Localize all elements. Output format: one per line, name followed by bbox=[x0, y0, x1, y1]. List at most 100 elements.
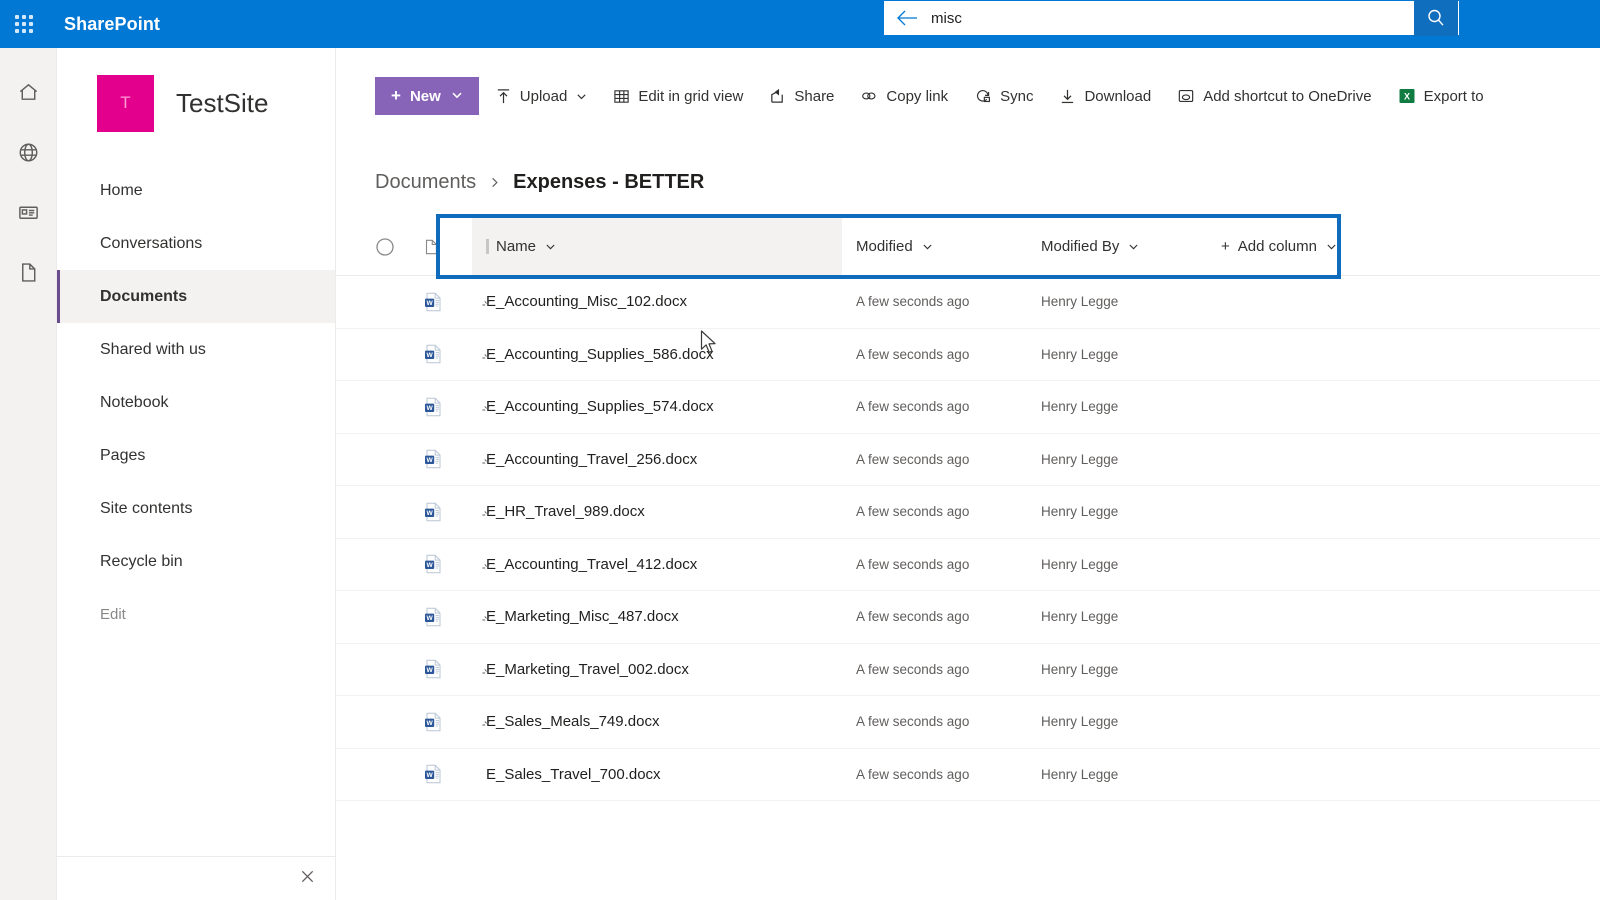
rail-item-news[interactable] bbox=[0, 182, 57, 242]
column-header-label: Modified By bbox=[1041, 238, 1120, 255]
select-all-checkbox[interactable] bbox=[375, 237, 422, 257]
modified-cell: A few seconds ago bbox=[856, 294, 970, 310]
table-row[interactable]: W E_Accounting_Travel_412.docx A few sec… bbox=[336, 539, 1600, 591]
file-name-cell[interactable]: E_Accounting_Supplies_574.docx bbox=[472, 398, 842, 415]
file-name-cell[interactable]: E_Accounting_Misc_102.docx bbox=[472, 293, 842, 310]
sidebar-item-recycle-bin[interactable]: Recycle bin bbox=[57, 535, 335, 588]
excel-icon: X bbox=[1398, 87, 1416, 105]
list-header-row: Name Modified Modified By + Add column bbox=[336, 217, 1600, 276]
rail-item-home[interactable] bbox=[0, 62, 57, 122]
table-row[interactable]: W E_Sales_Meals_749.docx A few seconds a… bbox=[336, 696, 1600, 749]
add-shortcut-to-onedrive-button[interactable]: Add shortcut to OneDrive bbox=[1167, 77, 1381, 115]
sidebar-item-label: Site contents bbox=[100, 499, 193, 517]
word-file-icon: W bbox=[422, 448, 472, 470]
column-resize-grip[interactable] bbox=[486, 239, 489, 254]
word-file-icon: W bbox=[422, 501, 472, 523]
breadcrumb-parent[interactable]: Documents bbox=[375, 171, 476, 194]
breadcrumb-current: Expenses - BETTER bbox=[513, 170, 705, 193]
edit-navigation-link[interactable]: Edit bbox=[57, 588, 335, 640]
svg-text:W: W bbox=[426, 772, 433, 779]
file-name-label: E_Sales_Travel_700.docx bbox=[486, 765, 661, 783]
sidebar-item-label: Notebook bbox=[100, 393, 169, 411]
file-name-label: E_Marketing_Misc_487.docx bbox=[486, 608, 679, 626]
add-column-button[interactable]: + Add column bbox=[1207, 218, 1377, 276]
table-row[interactable]: W E_Accounting_Supplies_586.docx A few s… bbox=[336, 329, 1600, 381]
table-row[interactable]: W E_Accounting_Supplies_574.docx A few s… bbox=[336, 381, 1600, 434]
modified-cell: A few seconds ago bbox=[856, 714, 970, 730]
sync-button[interactable]: Sync bbox=[964, 77, 1043, 115]
file-name-cell[interactable]: E_Accounting_Travel_256.docx bbox=[472, 451, 842, 468]
sidebar-item-label: Conversations bbox=[100, 234, 203, 252]
chevron-down-icon bbox=[1128, 241, 1139, 252]
copy-link-button[interactable]: Copy link bbox=[850, 77, 958, 115]
sidebar-item-site-contents[interactable]: Site contents bbox=[57, 482, 335, 535]
modified-cell: A few seconds ago bbox=[856, 504, 970, 520]
table-row[interactable]: W E_Marketing_Travel_002.docx A few seco… bbox=[336, 644, 1600, 696]
site-panel-footer bbox=[57, 856, 336, 900]
sync-icon bbox=[974, 87, 992, 105]
file-name-cell[interactable]: E_Sales_Travel_700.docx bbox=[472, 766, 842, 783]
sidebar-item-label: Home bbox=[100, 181, 143, 199]
table-row[interactable]: W E_Accounting_Travel_256.docx A few sec… bbox=[336, 434, 1600, 486]
word-file-icon: W bbox=[422, 658, 472, 680]
file-name-cell[interactable]: E_Sales_Meals_749.docx bbox=[472, 713, 842, 730]
sidebar-item-home[interactable]: Home bbox=[57, 164, 335, 217]
close-icon[interactable] bbox=[294, 863, 320, 889]
modified-by-cell: Henry Legge bbox=[1041, 451, 1119, 467]
file-name-cell[interactable]: E_Accounting_Travel_412.docx bbox=[472, 556, 842, 573]
export-to-excel-button[interactable]: X Export to bbox=[1388, 77, 1494, 115]
modified-by-cell: Henry Legge bbox=[1041, 399, 1119, 415]
file-name-cell[interactable]: E_Marketing_Misc_487.docx bbox=[472, 608, 842, 625]
search-icon bbox=[1428, 9, 1444, 26]
svg-text:W: W bbox=[426, 720, 433, 727]
chevron-down-icon bbox=[545, 241, 556, 252]
file-name-label: E_Accounting_Travel_256.docx bbox=[486, 450, 698, 468]
word-file-icon: W bbox=[422, 606, 472, 628]
sidebar-item-notebook[interactable]: Notebook bbox=[57, 376, 335, 429]
back-arrow-icon[interactable] bbox=[885, 2, 929, 34]
file-name-label: E_Accounting_Supplies_574.docx bbox=[486, 398, 714, 416]
table-row[interactable]: W E_Marketing_Misc_487.docx A few second… bbox=[336, 591, 1600, 644]
download-button[interactable]: Download bbox=[1049, 77, 1161, 115]
search-box[interactable] bbox=[884, 1, 1459, 35]
sidebar-item-shared-with-us[interactable]: Shared with us bbox=[57, 323, 335, 376]
new-button[interactable]: + New bbox=[375, 77, 479, 115]
column-header-modified[interactable]: Modified bbox=[842, 218, 1027, 276]
sharepoint-brand-link[interactable]: SharePoint bbox=[64, 14, 160, 35]
command-label: Download bbox=[1084, 87, 1152, 105]
rail-item-files[interactable] bbox=[0, 242, 57, 302]
edit-in-grid-view-button[interactable]: Edit in grid view bbox=[603, 77, 753, 115]
table-row[interactable]: W E_HR_Travel_989.docx A few seconds ago… bbox=[336, 486, 1600, 539]
site-header[interactable]: T TestSite bbox=[57, 48, 335, 158]
file-name-cell[interactable]: E_Accounting_Supplies_586.docx bbox=[472, 346, 842, 363]
breadcrumb: Documents Expenses - BETTER bbox=[336, 160, 1600, 204]
search-input[interactable] bbox=[929, 2, 1458, 34]
sidebar-item-pages[interactable]: Pages bbox=[57, 429, 335, 482]
site-title[interactable]: TestSite bbox=[176, 88, 269, 119]
share-button[interactable]: Share bbox=[759, 77, 844, 115]
site-navigation-panel: T TestSite Home Conversations Documents … bbox=[57, 48, 336, 900]
command-label: Copy link bbox=[886, 87, 949, 105]
file-name-cell[interactable]: E_Marketing_Travel_002.docx bbox=[472, 661, 842, 678]
upload-button[interactable]: Upload bbox=[485, 77, 598, 115]
file-name-label: E_Accounting_Supplies_586.docx bbox=[486, 345, 714, 363]
app-rail bbox=[0, 48, 57, 900]
filetype-column-header[interactable] bbox=[422, 238, 472, 256]
search-submit-button[interactable] bbox=[1414, 0, 1458, 36]
modified-cell: A few seconds ago bbox=[856, 451, 970, 467]
app-launcher-button[interactable] bbox=[0, 0, 48, 48]
column-header-modified-by[interactable]: Modified By bbox=[1027, 218, 1207, 276]
command-label: Upload bbox=[519, 87, 568, 105]
table-row[interactable]: W E_Sales_Travel_700.docx A few seconds … bbox=[336, 749, 1600, 801]
word-file-icon: W bbox=[422, 553, 472, 575]
column-header-name[interactable]: Name bbox=[472, 217, 842, 276]
file-name-cell[interactable]: E_HR_Travel_989.docx bbox=[472, 503, 842, 520]
command-bar: + New Upload Edit in grid view Share Cop… bbox=[336, 48, 1600, 144]
file-name-label: E_HR_Travel_989.docx bbox=[486, 503, 645, 521]
link-icon bbox=[860, 87, 878, 105]
rail-item-my-sites[interactable] bbox=[0, 122, 57, 182]
table-row[interactable]: W E_Accounting_Misc_102.docx A few secon… bbox=[336, 276, 1600, 329]
sidebar-item-conversations[interactable]: Conversations bbox=[57, 217, 335, 270]
svg-text:W: W bbox=[426, 510, 433, 517]
sidebar-item-documents[interactable]: Documents bbox=[57, 270, 335, 323]
